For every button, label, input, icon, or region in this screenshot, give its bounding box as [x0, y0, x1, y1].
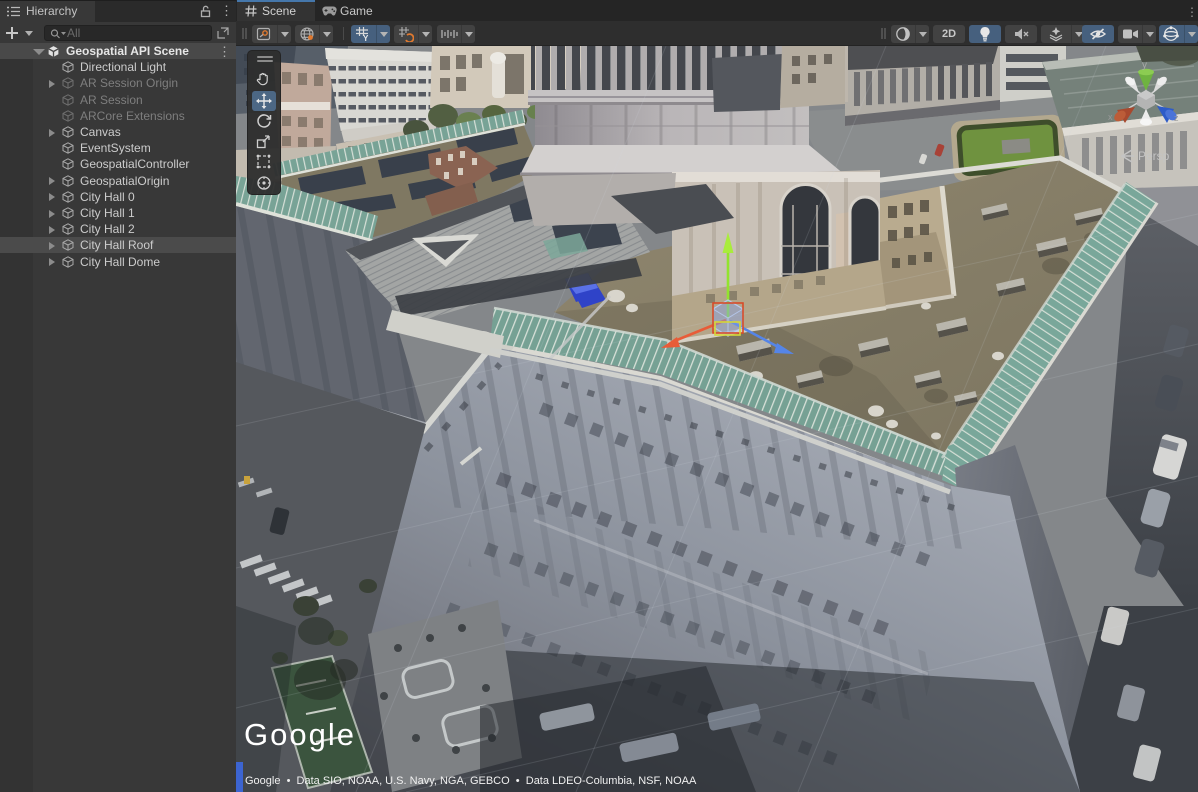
svg-text:x: x	[1108, 112, 1113, 122]
svg-text:z: z	[1174, 113, 1179, 123]
svg-text:Y: Y	[363, 34, 369, 42]
svg-text:Persp: Persp	[1138, 149, 1170, 163]
svg-text:y: y	[1142, 60, 1147, 71]
